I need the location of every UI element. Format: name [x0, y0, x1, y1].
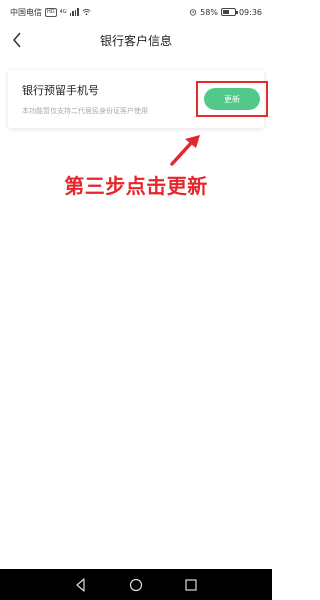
clock-time: 09:36 [238, 7, 262, 17]
signal-icon [69, 8, 79, 16]
update-button[interactable]: 更新 [204, 88, 260, 110]
battery-icon [220, 8, 238, 16]
wifi-icon [82, 8, 91, 16]
status-left: 中国电信 HD 4G [10, 7, 91, 18]
alarm-icon [189, 9, 197, 16]
carrier-name: 中国电信 [10, 7, 42, 17]
system-nav-bar [0, 569, 272, 600]
hd-badge: HD [45, 7, 57, 17]
card-title: 银行预留手机号 [22, 84, 99, 97]
recents-square-icon[interactable] [183, 577, 199, 593]
annotation-arrow-icon [170, 135, 200, 166]
network-type: 4G [59, 9, 67, 15]
page-title: 银行客户信息 [99, 34, 172, 48]
bank-phone-card: 银行预留手机号 本功能暂仅支持二代居民身份证客户使用 更新 [8, 70, 268, 128]
app-header: 银行客户信息 [0, 24, 272, 56]
card-note: 本功能暂仅支持二代居民身份证客户使用 [22, 107, 148, 115]
back-triangle-icon[interactable] [73, 577, 89, 593]
status-right: 58% 09:36 [189, 8, 262, 17]
status-bar: 中国电信 HD 4G 58% 09:36 [0, 0, 272, 24]
battery-percent: 58% [200, 7, 218, 17]
home-circle-icon[interactable] [128, 577, 144, 593]
annotation-text: 第三步点击更新 [64, 174, 208, 198]
